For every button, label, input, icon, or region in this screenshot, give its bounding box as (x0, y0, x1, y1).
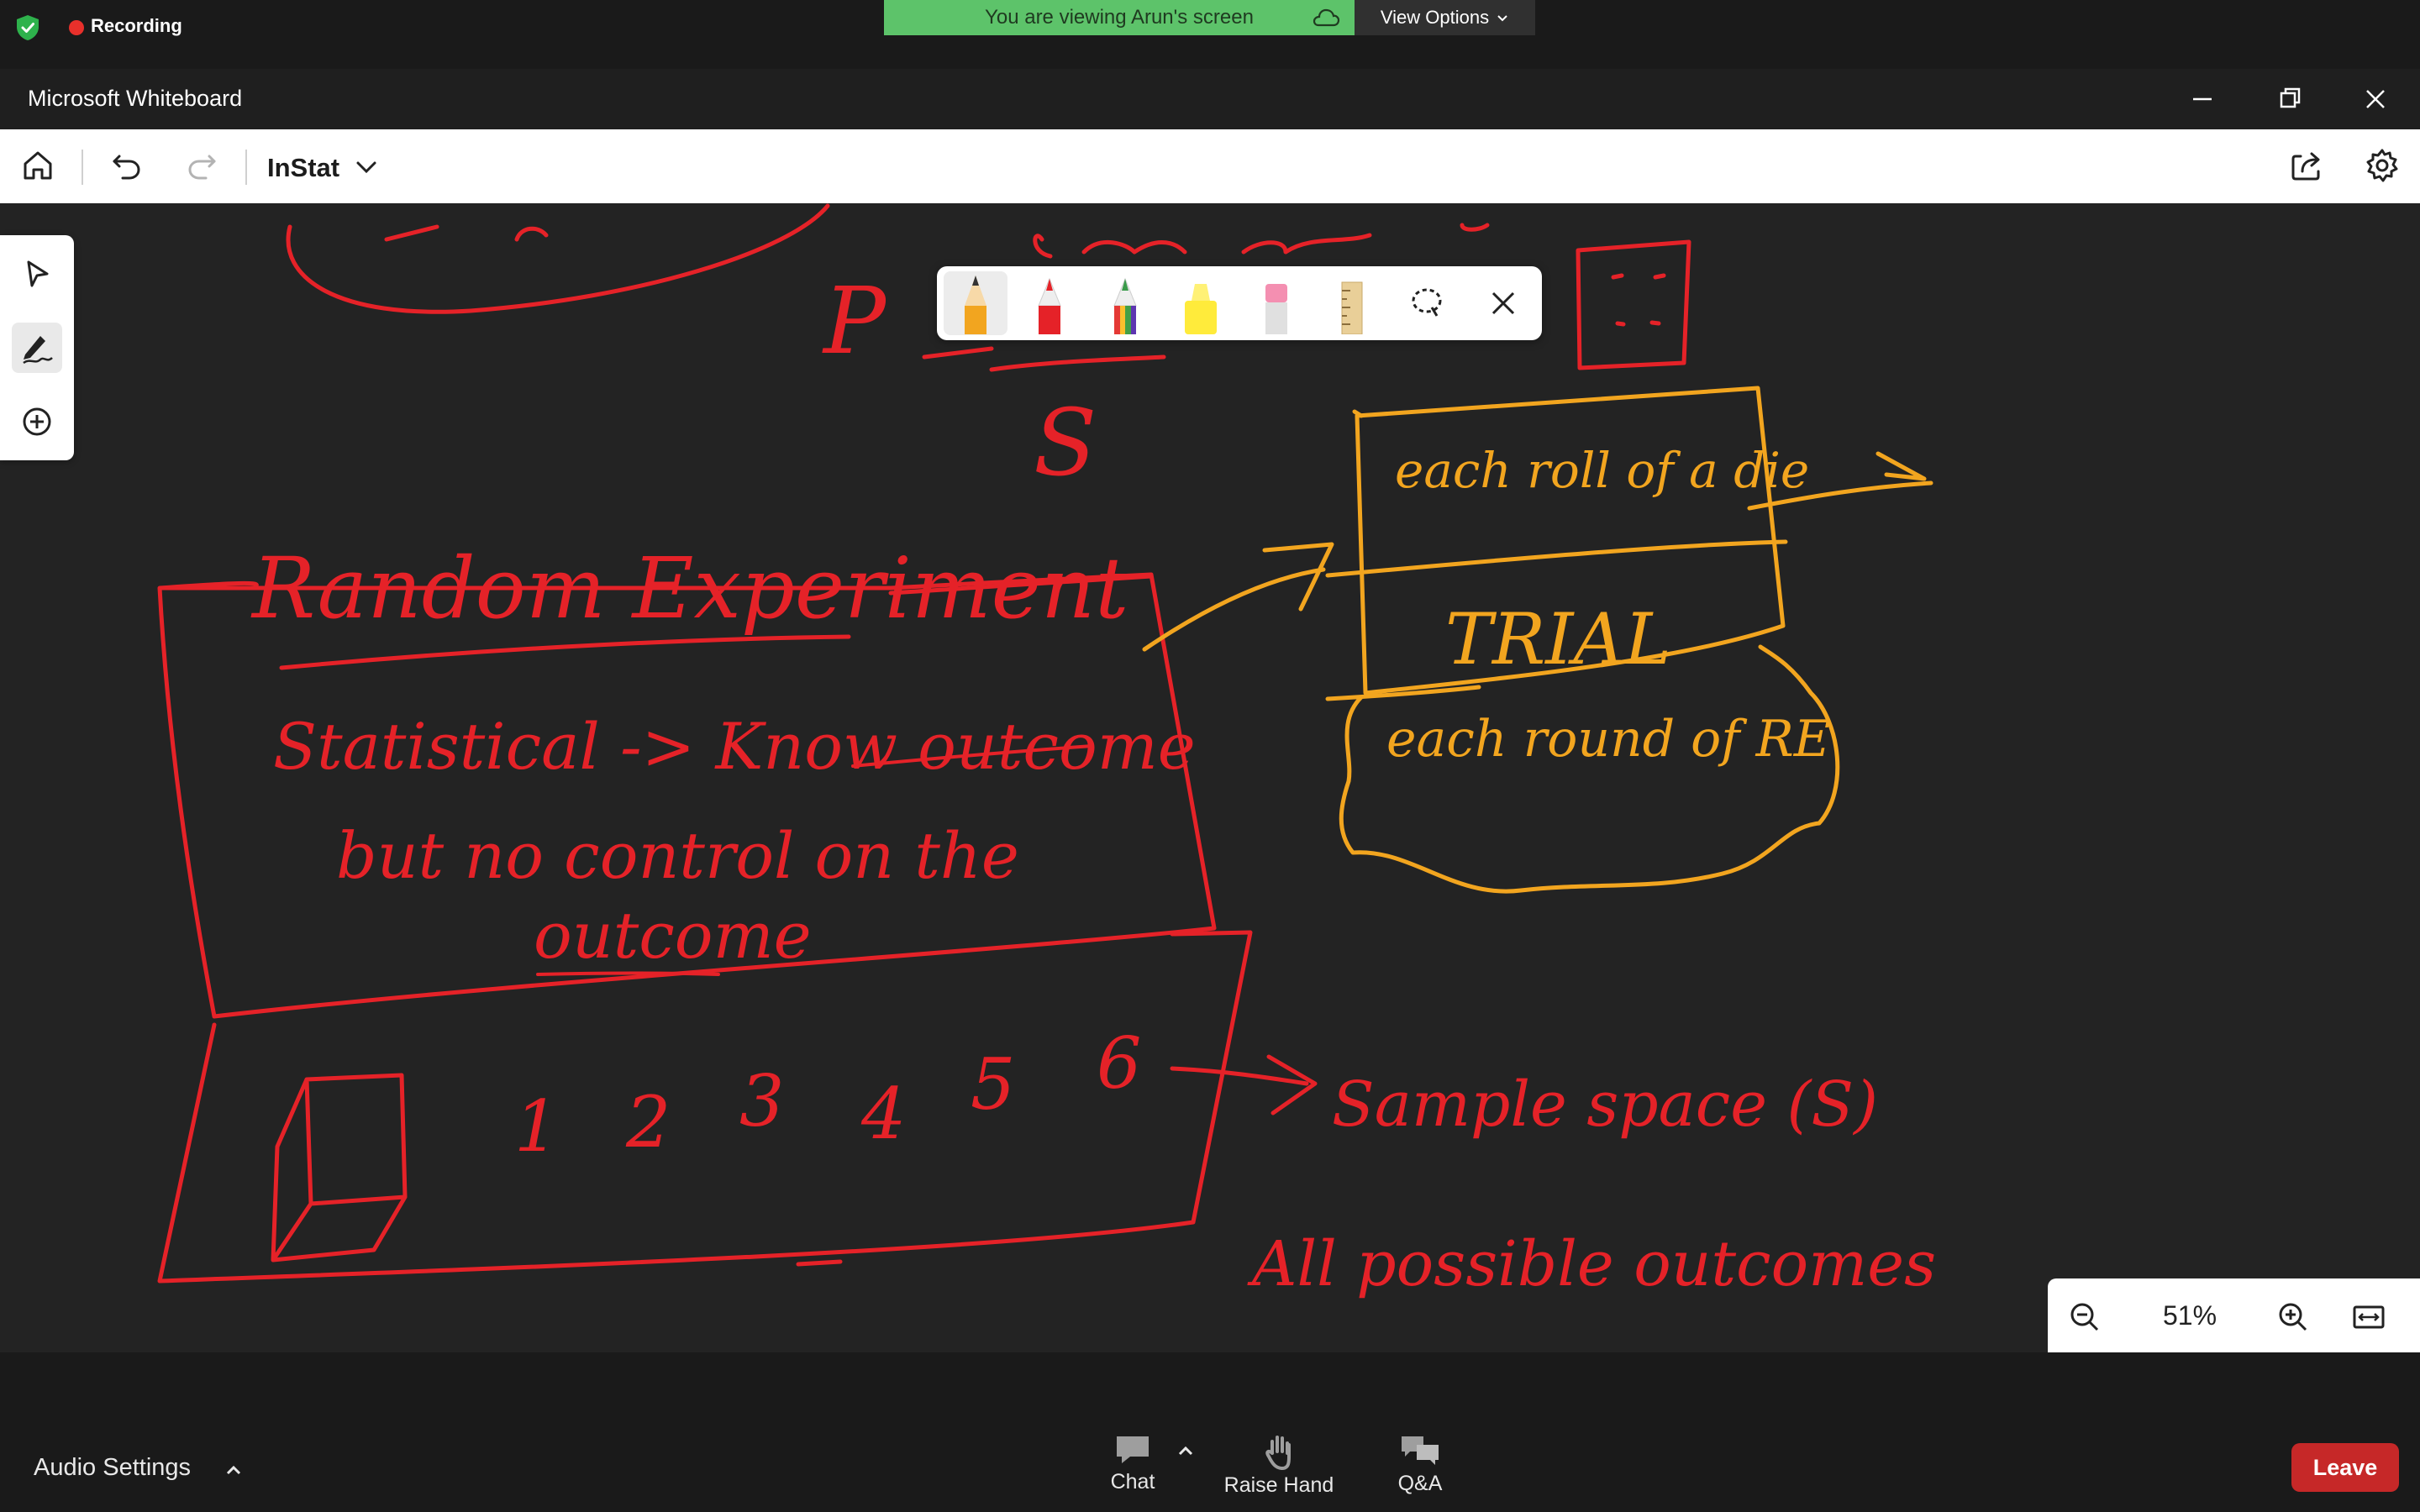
restore-icon[interactable] (2270, 81, 2309, 118)
pen-rainbow-button[interactable] (1093, 271, 1157, 335)
zoom-in-icon[interactable] (2274, 1298, 2312, 1336)
left-tool-rail (0, 235, 74, 460)
ink-sample-space: Sample space (S) (1332, 1068, 1878, 1141)
close-palette-button[interactable] (1471, 271, 1535, 335)
ink-title-random-experiment: Random Experiment (250, 539, 1129, 638)
view-options-button[interactable]: View Options (1355, 0, 1535, 35)
meeting-controls-bar (0, 1421, 2420, 1512)
redo-icon[interactable] (181, 144, 223, 186)
raise-hand-icon (1265, 1436, 1291, 1470)
board-name[interactable]: InStat (267, 153, 339, 183)
ink-line-no-control: but no control on the (336, 818, 1019, 893)
ink-ellipse-stroke (286, 203, 830, 314)
ink-number-3: 3 (739, 1060, 784, 1142)
minimize-icon[interactable] (2183, 81, 2222, 118)
ink-layer: P S Random Experiment Statistical -> Kno… (157, 203, 1936, 1300)
pen-rainbow-icon (1113, 277, 1137, 334)
home-icon[interactable] (17, 144, 59, 186)
share-icon[interactable] (2286, 144, 2328, 186)
whiteboard-canvas[interactable]: P S Random Experiment Statistical -> Kno… (0, 203, 2420, 1352)
ink-number-2: 2 (625, 1081, 671, 1163)
ink-arrow-sample-space (1170, 1054, 1318, 1116)
qa-label: Q&A (1397, 1472, 1443, 1495)
chevron-down-icon (1497, 15, 1507, 22)
chat-button[interactable]: Chat (1074, 1433, 1192, 1509)
ink-line-outcome: outcome (534, 898, 812, 973)
chevron-up-icon[interactable] (1175, 1441, 1197, 1460)
recording-label: Recording (91, 15, 182, 36)
audio-settings-button[interactable]: Audio Settings (34, 1454, 191, 1482)
lasso-icon (1412, 288, 1442, 317)
lasso-select-button[interactable] (1396, 271, 1460, 335)
settings-gear-icon[interactable] (2361, 144, 2403, 186)
zoom-out-icon[interactable] (2065, 1298, 2104, 1336)
pen-palette (937, 266, 1542, 340)
chevron-up-icon[interactable] (222, 1460, 245, 1480)
highlighter-button[interactable] (1169, 271, 1233, 335)
recording-dot-icon (69, 20, 84, 35)
ruler-button[interactable] (1320, 271, 1384, 335)
ink-die-drawing (271, 1073, 408, 1263)
viewing-screen-banner: You are viewing Arun's screen (884, 0, 1355, 35)
pen-red-button[interactable] (1018, 271, 1081, 335)
ink-letter-s: S (1034, 389, 1097, 496)
toolbar-divider (245, 150, 247, 185)
close-icon (1491, 291, 1515, 315)
pen-orange-button[interactable] (944, 271, 1007, 335)
leave-label: Leave (2312, 1454, 2378, 1480)
canvas-bottom-gap (0, 1352, 2420, 1421)
raise-hand-button[interactable]: Raise Hand (1220, 1433, 1338, 1509)
ink-letter-p: P (822, 267, 887, 375)
ink-square (1576, 239, 1691, 370)
viewing-banner-text: You are viewing Arun's screen (985, 6, 1254, 29)
ruler-icon (1341, 281, 1363, 334)
close-window-icon[interactable] (2356, 81, 2395, 118)
leave-button[interactable]: Leave (2291, 1443, 2399, 1492)
ink-round-note: each round of RE (1386, 710, 1831, 769)
inking-pen-icon (23, 336, 53, 365)
toolbar-divider (82, 150, 83, 185)
ink-number-5: 5 (971, 1043, 1015, 1126)
chat-label: Chat (1110, 1470, 1155, 1494)
qa-bubbles-icon (1402, 1436, 1439, 1465)
cloud-icon (1313, 8, 1340, 27)
eraser-icon (1265, 284, 1287, 334)
fit-to-screen-icon[interactable] (2349, 1298, 2388, 1336)
add-tool-button[interactable] (12, 396, 62, 447)
shield-check-icon (17, 15, 39, 40)
pointer-icon (27, 260, 49, 287)
ink-number-4: 4 (860, 1073, 906, 1155)
window-titlebar (0, 69, 2420, 129)
ink-line-statistical: Statistical -> Know outcome (273, 709, 1196, 784)
ink-number-6: 6 (1097, 1022, 1141, 1105)
highlighter-yellow-icon (1185, 284, 1217, 334)
ink-number-1: 1 (514, 1085, 559, 1168)
view-options-label: View Options (1380, 7, 1490, 28)
ink-roll-note: each roll of a die (1395, 442, 1809, 499)
ink-trial-label: TRIAL (1445, 598, 1671, 680)
pen-red-icon (1038, 277, 1061, 334)
zoom-level: 51% (2162, 1300, 2217, 1331)
window-title: Microsoft Whiteboard (28, 86, 243, 111)
chevron-down-icon[interactable] (353, 155, 380, 180)
pen-tool-button[interactable] (12, 323, 62, 373)
ink-round-cloud (1339, 644, 1840, 894)
add-circle-icon (23, 407, 51, 436)
ink-all-possible-outcomes: All possible outcomes (1247, 1228, 1936, 1300)
select-tool-button[interactable] (12, 249, 62, 299)
ink-arrow-trial (1142, 542, 1334, 652)
raise-hand-label: Raise Hand (1223, 1473, 1334, 1497)
chat-bubble-icon (1117, 1436, 1149, 1463)
undo-icon[interactable] (106, 144, 148, 186)
qa-button[interactable]: Q&A (1361, 1433, 1479, 1509)
pencil-orange-icon (965, 276, 986, 334)
eraser-button[interactable] (1244, 271, 1308, 335)
